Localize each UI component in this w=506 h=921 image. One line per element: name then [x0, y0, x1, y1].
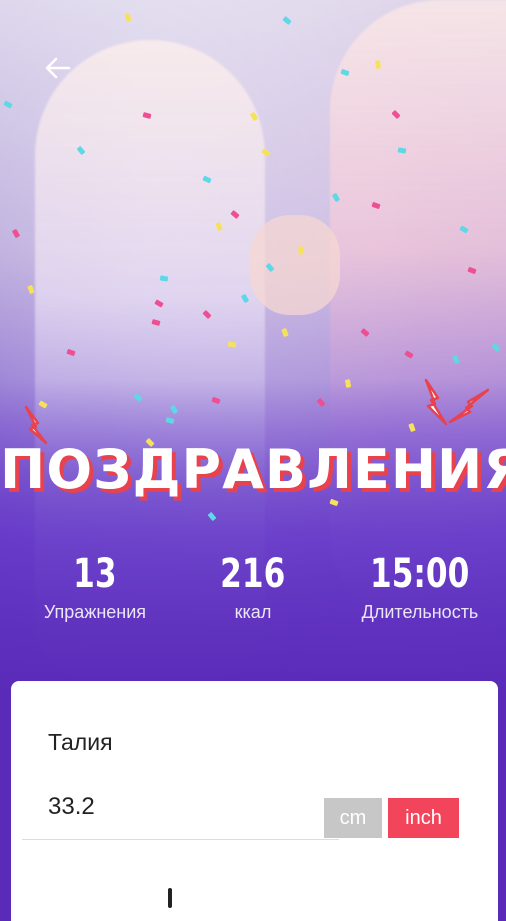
unit-inch-button[interactable]: inch — [388, 798, 459, 838]
input-underline — [22, 839, 339, 840]
workout-stats: 13 Упражнения 216 ккал 15:00 Длительност… — [0, 548, 506, 638]
hero-photo-handshake — [250, 215, 340, 315]
lightning-bolt-icon — [424, 378, 448, 426]
unit-cm-button[interactable]: cm — [324, 798, 382, 838]
ruler-indicator[interactable] — [168, 888, 172, 908]
stat-exercises: 13 Упражнения — [30, 548, 160, 623]
lightning-bolt-icon — [448, 388, 490, 424]
congratulations-title: ПОЗДРАВЛЕНИЯ — [0, 438, 506, 501]
stat-calories: 216 ккал — [188, 548, 318, 623]
stat-duration: 15:00 Длительность — [340, 548, 500, 623]
measurement-card: Талия cm inch — [11, 681, 498, 921]
stat-calories-value: 216 — [220, 551, 286, 597]
stat-duration-value: 15:00 — [370, 551, 470, 597]
back-button[interactable] — [40, 50, 76, 86]
stat-exercises-label: Упражнения — [43, 602, 147, 622]
measurement-title: Талия — [48, 729, 113, 755]
arrow-left-icon — [45, 57, 71, 79]
stat-duration-label: Длительность — [361, 602, 479, 622]
stat-calories-label: ккал — [234, 602, 272, 622]
stat-exercises-value: 13 — [73, 551, 117, 597]
waist-value-input[interactable] — [48, 793, 328, 821]
